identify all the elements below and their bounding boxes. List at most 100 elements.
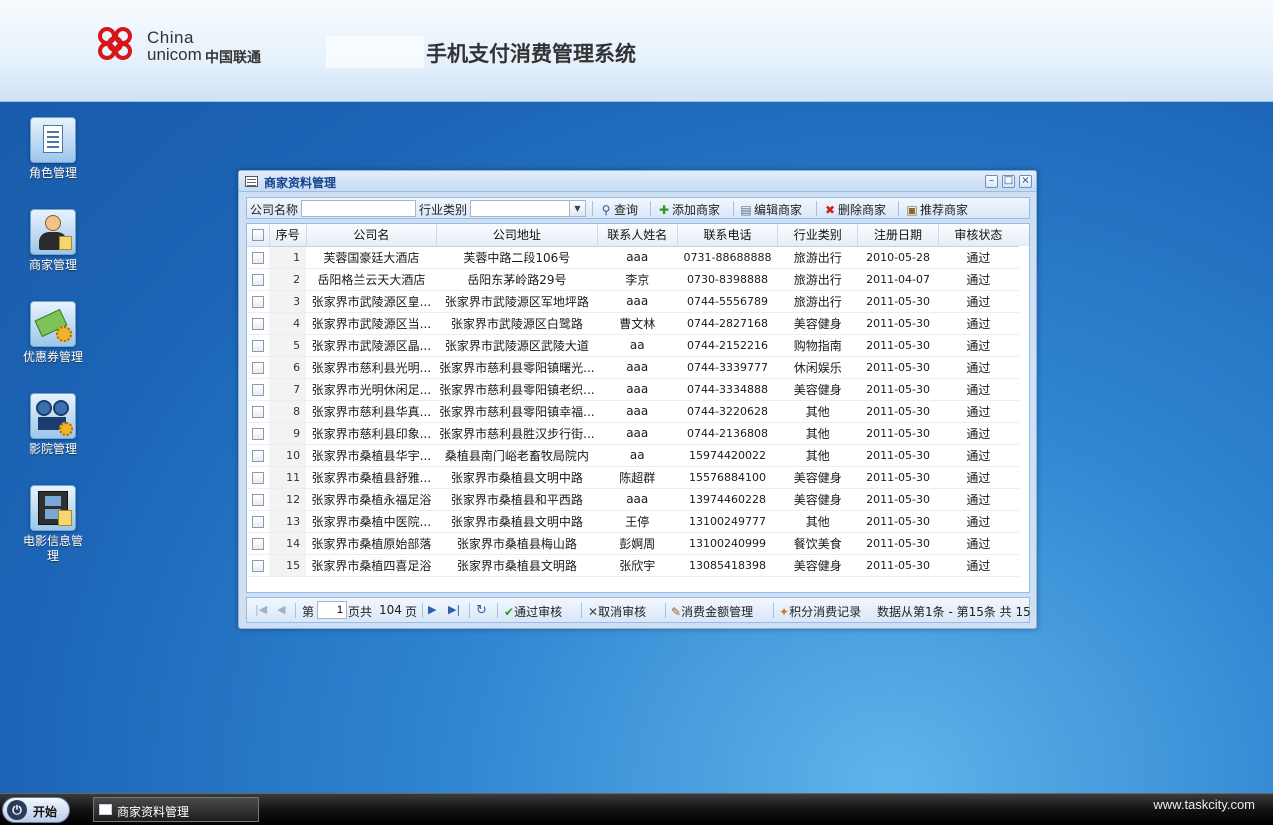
row-checkbox[interactable] bbox=[247, 334, 270, 357]
row-checkbox[interactable] bbox=[247, 466, 270, 489]
row-checkbox[interactable] bbox=[247, 510, 270, 533]
start-button[interactable]: ⏻ 开始 bbox=[2, 797, 70, 823]
row-checkbox[interactable] bbox=[247, 378, 270, 401]
spend-amount-button[interactable]: ✎消费金额管理 bbox=[671, 603, 753, 620]
chevron-down-icon[interactable]: ▼ bbox=[569, 200, 586, 217]
first-page-icon[interactable]: |◀ bbox=[255, 603, 267, 616]
table-cell: 张家界市桑植县梅山路 bbox=[436, 532, 598, 555]
table-cell: 2011-05-30 bbox=[857, 422, 939, 445]
pager-separator bbox=[665, 603, 666, 618]
company-name-input[interactable] bbox=[301, 200, 416, 217]
column-header[interactable]: 联系电话 bbox=[677, 224, 779, 247]
refresh-icon[interactable]: ↻ bbox=[476, 603, 487, 618]
column-header[interactable]: 序号 bbox=[269, 224, 307, 247]
points-record-button[interactable]: ✦积分消费记录 bbox=[779, 603, 861, 620]
delete-merchant-button[interactable]: ✖ 删除商家 bbox=[823, 201, 886, 218]
row-checkbox[interactable] bbox=[247, 400, 270, 423]
table-cell: 5 bbox=[269, 334, 307, 357]
table-cell: 2011-05-30 bbox=[857, 554, 939, 577]
close-button[interactable]: × bbox=[1019, 175, 1032, 188]
minimize-button[interactable]: – bbox=[985, 175, 998, 188]
table-row[interactable]: 11 张家界市桑植县舒雅... 张家界市桑植县文明中路 陈超群 15576884100 美… bbox=[247, 466, 1019, 489]
column-header[interactable]: 联系人姓名 bbox=[597, 224, 678, 247]
desktop-icon-film[interactable]: 电影信息管理 bbox=[20, 485, 86, 564]
table-cell: 美容健身 bbox=[777, 554, 858, 577]
table-cell: 0744-3334888 bbox=[677, 378, 778, 401]
table-cell: 2011-05-30 bbox=[857, 334, 939, 357]
table-cell: 张家界市武陵源区皇... bbox=[306, 290, 437, 313]
row-checkbox[interactable] bbox=[247, 290, 270, 313]
table-cell: 10 bbox=[269, 444, 307, 467]
column-header[interactable]: 公司地址 bbox=[436, 224, 598, 247]
taskbar-item-merchant-info[interactable]: 商家资料管理 bbox=[93, 797, 259, 822]
table-cell: aaa bbox=[597, 378, 678, 401]
table-row[interactable]: 12 张家界市桑植永福足浴 张家界市桑植县和平西路 aaa 13974460228 美容健… bbox=[247, 488, 1019, 511]
row-checkbox[interactable] bbox=[247, 532, 270, 555]
table-cell: 通过 bbox=[938, 246, 1019, 269]
approve-button[interactable]: ✔通过审核 bbox=[504, 603, 562, 620]
add-merchant-button[interactable]: ✚ 添加商家 bbox=[657, 201, 720, 218]
table-cell: 0744-3220628 bbox=[677, 400, 778, 423]
table-row[interactable]: 14 张家界市桑植原始部落 张家界市桑植县梅山路 彭婀周 13100240999 餐饮美食… bbox=[247, 532, 1019, 555]
row-checkbox[interactable] bbox=[247, 422, 270, 445]
table-cell: 张家界市桑植四喜足浴 bbox=[306, 554, 437, 577]
table-row[interactable]: 9 张家界市慈利县印象... 张家界市慈利县胜汉步行街... aaa 0744-2136… bbox=[247, 422, 1019, 445]
table-row[interactable]: 7 张家界市光明休闲足... 张家界市慈利县零阳镇老织... aaa 0744-3334… bbox=[247, 378, 1019, 401]
row-checkbox[interactable] bbox=[247, 268, 270, 291]
table-row[interactable]: 3 张家界市武陵源区皇... 张家界市武陵源区军地坪路 aaa 0744-5556789… bbox=[247, 290, 1019, 313]
table-row[interactable]: 8 张家界市慈利县华真... 张家界市慈利县零阳镇幸福... aaa 0744-3220… bbox=[247, 400, 1019, 423]
row-checkbox[interactable] bbox=[247, 554, 270, 577]
column-header[interactable]: 公司名 bbox=[306, 224, 438, 247]
query-button[interactable]: ⚲ 查询 bbox=[599, 201, 638, 218]
table-row[interactable]: 4 张家界市武陵源区当... 张家界市武陵源区白鹭路 曹文林 0744-2827168 美… bbox=[247, 312, 1019, 335]
next-page-icon[interactable]: ▶ bbox=[428, 603, 436, 616]
row-checkbox[interactable] bbox=[247, 444, 270, 467]
cancel-approve-button[interactable]: ✕取消审核 bbox=[588, 603, 646, 620]
brand-en-2: unicom bbox=[147, 45, 202, 64]
window-titlebar[interactable]: 商家资料管理 – □ × bbox=[239, 171, 1036, 192]
column-header[interactable]: 注册日期 bbox=[857, 224, 939, 247]
table-row[interactable]: 10 张家界市桑植县华宇... 桑植县南门峪老畜牧局院内 aa 15974420022 其… bbox=[247, 444, 1019, 467]
table-cell: 张家界市慈利县印象... bbox=[306, 422, 437, 445]
window-title: 商家资料管理 bbox=[264, 176, 337, 190]
desktop-icon-cinema[interactable]: 影院管理 bbox=[20, 393, 86, 457]
table-row[interactable]: 5 张家界市武陵源区晶... 张家界市武陵源区武陵大道 aa 0744-2152216 购… bbox=[247, 334, 1019, 357]
row-checkbox[interactable] bbox=[247, 488, 270, 511]
prev-page-icon[interactable]: ◀ bbox=[277, 603, 285, 616]
table-row[interactable]: 6 张家界市慈利县光明... 张家界市慈利县零阳镇曙光... aaa 0744-3339… bbox=[247, 356, 1019, 379]
title-pad bbox=[326, 36, 424, 68]
industry-select[interactable] bbox=[470, 200, 570, 217]
table-cell: 2011-05-30 bbox=[857, 466, 939, 489]
table-cell: 14 bbox=[269, 532, 307, 555]
search-toolbar: 公司名称 行业类别 ▼ ⚲ 查询 ✚ 添加商家 ▤ 编辑商家 ✖ 删除商家 ▣ 推荐商家 bbox=[246, 197, 1030, 219]
column-header[interactable]: 行业类别 bbox=[777, 224, 859, 247]
maximize-button[interactable]: □ bbox=[1002, 175, 1015, 188]
desktop-icon-coupon[interactable]: 优惠券管理 bbox=[20, 301, 86, 365]
table-cell: 0731-88688888 bbox=[677, 246, 778, 269]
table-row[interactable]: 13 张家界市桑植中医院... 张家界市桑植县文明中路 王停 13100249777 其他… bbox=[247, 510, 1019, 533]
taskbar: ⏻ 开始 商家资料管理 bbox=[0, 793, 1273, 825]
desktop-icon-label: 商家管理 bbox=[28, 258, 77, 272]
row-checkbox[interactable] bbox=[247, 246, 270, 269]
row-checkbox[interactable] bbox=[247, 312, 270, 335]
page-number-input[interactable] bbox=[317, 601, 347, 619]
edit-icon: ▤ bbox=[740, 203, 752, 217]
table-row[interactable]: 2 岳阳格兰云天大酒店 岳阳东茅岭路29号 李京 0730-8398888 旅游出行 201… bbox=[247, 268, 1019, 291]
table-row[interactable]: 15 张家界市桑植四喜足浴 张家界市桑植县文明路 张欣宇 13085418398 美容健身… bbox=[247, 554, 1019, 577]
table-cell: 通过 bbox=[938, 532, 1019, 555]
last-page-icon[interactable]: ▶| bbox=[448, 603, 460, 616]
table-cell: 13100249777 bbox=[677, 510, 778, 533]
desktop-icon-label: 角色管理 bbox=[28, 166, 77, 180]
recommend-merchant-button[interactable]: ▣ 推荐商家 bbox=[905, 201, 968, 218]
app-header: China unicom 中国联通 手机支付消费管理系统 bbox=[0, 0, 1273, 102]
desktop-icon-merchant[interactable]: 商家管理 bbox=[20, 209, 86, 273]
column-header[interactable]: 审核状态 bbox=[938, 224, 1020, 247]
edit-merchant-button[interactable]: ▤ 编辑商家 bbox=[739, 201, 802, 218]
desktop-icon-role[interactable]: 角色管理 bbox=[20, 117, 86, 181]
table-cell: 4 bbox=[269, 312, 307, 335]
table-row[interactable]: 1 芙蓉国豪廷大酒店 芙蓉中路二段106号 aaa 0731-88688888 旅游出行 2… bbox=[247, 246, 1019, 269]
table-cell: 岳阳格兰云天大酒店 bbox=[306, 268, 437, 291]
table-cell: 12 bbox=[269, 488, 307, 511]
row-checkbox[interactable] bbox=[247, 356, 270, 379]
select-all-checkbox[interactable] bbox=[247, 224, 270, 247]
